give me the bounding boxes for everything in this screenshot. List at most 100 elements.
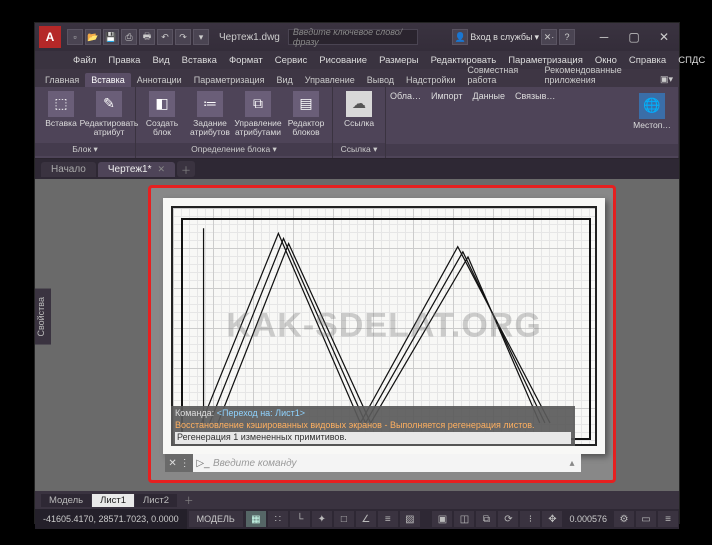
cmdline-recent-icon[interactable]: ▴ xyxy=(563,458,581,469)
btn-link[interactable]: Связыв… xyxy=(515,91,555,144)
status-model-toggle[interactable]: МОДЕЛЬ xyxy=(189,511,243,527)
doctab-start[interactable]: Начало xyxy=(41,162,96,177)
menu-spds[interactable]: СПДС xyxy=(672,55,711,66)
doctab-new[interactable]: ＋ xyxy=(177,161,195,177)
cmdline-handle-icon[interactable]: ✕ ⋮ xyxy=(165,454,193,472)
ribbon-tabs: Главная Вставка Аннотации Параметризация… xyxy=(35,69,679,87)
help-menu-icon[interactable]: ? xyxy=(559,29,575,45)
menu-file[interactable]: Файл xyxy=(67,55,102,66)
status-units-icon[interactable]: ⁝ xyxy=(520,511,540,527)
status-grid-icon[interactable]: ▦ xyxy=(246,511,266,527)
status-qp-icon[interactable]: ⧉ xyxy=(476,511,496,527)
rtab-annotate[interactable]: Аннотации xyxy=(131,73,188,87)
layout-tabs: Модель Лист1 Лист2 ＋ xyxy=(35,491,679,509)
rtab-featured[interactable]: Рекомендованные приложения xyxy=(539,63,654,87)
menu-tools[interactable]: Сервис xyxy=(269,55,314,66)
btn-define-attrs[interactable]: ≔Задание атрибутов xyxy=(188,89,232,143)
btn-import[interactable]: Импорт xyxy=(431,91,462,144)
exchange-icon[interactable]: ✕· xyxy=(541,29,557,45)
cmdline-input[interactable]: Введите команду xyxy=(213,458,563,469)
status-osnap-icon[interactable]: □ xyxy=(334,511,354,527)
qat-new-icon[interactable]: ▫ xyxy=(67,29,83,45)
insert-block-icon: ⬚ xyxy=(48,91,74,117)
rtab-home[interactable]: Главная xyxy=(39,73,85,87)
status-iso-icon[interactable]: ◫ xyxy=(454,511,474,527)
layout-sheet1[interactable]: Лист1 xyxy=(92,494,134,507)
status-scale[interactable]: 0.000576 xyxy=(563,514,613,524)
panel-blockdef-title[interactable]: Определение блока ▾ xyxy=(136,143,332,156)
rtab-collapse-icon[interactable]: ▣▾ xyxy=(654,72,679,87)
qat-redo-icon[interactable]: ↷ xyxy=(175,29,191,45)
layout-model[interactable]: Модель xyxy=(41,494,91,507)
block-editor-icon: ▤ xyxy=(293,91,319,117)
statusbar: -41605.4170, 28571.7023, 0.0000 МОДЕЛЬ ▦… xyxy=(35,509,679,529)
drawing-area[interactable]: Свойства KAK-SDELAT.ORG Команда: <Перехо… xyxy=(35,179,679,491)
btn-edit-attribute[interactable]: ✎Редактировать атрибут xyxy=(87,89,131,143)
qat-more-icon[interactable]: ▾ xyxy=(193,29,209,45)
qat-open-icon[interactable]: 📂 xyxy=(85,29,101,45)
status-ortho-icon[interactable]: └ xyxy=(290,511,310,527)
btn-data[interactable]: Данные xyxy=(472,91,505,144)
btn-block-editor[interactable]: ▤Редактор блоков xyxy=(284,89,328,143)
status-transparency-icon[interactable]: ▨ xyxy=(400,511,420,527)
create-block-icon: ◧ xyxy=(149,91,175,117)
qat-plot-icon[interactable]: 🖶 xyxy=(139,29,155,45)
login-label[interactable]: Вход в службы xyxy=(470,32,532,42)
status-annoscale-icon[interactable]: ▣ xyxy=(432,511,452,527)
doctab-drawing1[interactable]: Чертеж1*✕ xyxy=(98,162,175,177)
btn-manage-attrs[interactable]: ⧉Управление атрибутами xyxy=(236,89,280,143)
maximize-button[interactable]: ▢ xyxy=(619,26,649,48)
qat-save-icon[interactable]: 💾 xyxy=(103,29,119,45)
search-placeholder: Введите ключевое слово/фразу xyxy=(293,27,413,47)
rtab-view[interactable]: Вид xyxy=(270,73,298,87)
status-dyn-icon[interactable]: ✥ xyxy=(542,511,562,527)
status-cycle-icon[interactable]: ⟳ xyxy=(498,511,518,527)
qat-undo-icon[interactable]: ↶ xyxy=(157,29,173,45)
btn-create-block[interactable]: ◧Создать блок xyxy=(140,89,184,143)
panel-block-def: ◧Создать блок ≔Задание атрибутов ⧉Управл… xyxy=(136,87,333,158)
status-otrack-icon[interactable]: ∠ xyxy=(356,511,376,527)
status-lwt-icon[interactable]: ≡ xyxy=(378,511,398,527)
rtab-parametric[interactable]: Параметризация xyxy=(188,73,271,87)
panel-ref-title[interactable]: Ссылка ▾ xyxy=(333,143,385,156)
status-polar-icon[interactable]: ✦ xyxy=(312,511,332,527)
menu-edit[interactable]: Правка xyxy=(102,55,146,66)
search-input[interactable]: Введите ключевое слово/фразу xyxy=(288,29,418,45)
status-snap-icon[interactable]: ∷ xyxy=(268,511,288,527)
status-clean-icon[interactable]: ▭ xyxy=(636,511,656,527)
btn-cloud[interactable]: Обла… xyxy=(390,91,421,144)
coordinates-readout[interactable]: -41605.4170, 28571.7023, 0.0000 xyxy=(35,509,187,529)
panel-trail-title xyxy=(386,144,678,156)
qat-saveas-icon[interactable]: ⎙ xyxy=(121,29,137,45)
reference-icon: ☁ xyxy=(346,91,372,117)
layout-add[interactable]: ＋ xyxy=(178,492,200,508)
rtab-output[interactable]: Вывод xyxy=(361,73,400,87)
rtab-manage[interactable]: Управление xyxy=(299,73,361,87)
user-icon[interactable]: 👤 xyxy=(452,29,468,45)
command-line[interactable]: ✕ ⋮ ▷_ Введите команду ▴ xyxy=(165,454,581,472)
doctab-close-icon[interactable]: ✕ xyxy=(157,164,165,175)
properties-palette-tab[interactable]: Свойства xyxy=(35,289,51,345)
btn-insert-block[interactable]: ⬚Вставка xyxy=(39,89,83,143)
minimize-button[interactable]: ─ xyxy=(589,26,619,48)
menu-dimension[interactable]: Размеры xyxy=(373,55,424,66)
edit-attr-icon: ✎ xyxy=(96,91,122,117)
rtab-insert[interactable]: Вставка xyxy=(85,73,130,87)
status-custom-icon[interactable]: ≡ xyxy=(658,511,678,527)
command-history: Команда: <Переход на: Лист1> Восстановле… xyxy=(171,406,575,446)
panel-block-title[interactable]: Блок ▾ xyxy=(35,143,135,156)
app-window: A ▫ 📂 💾 ⎙ 🖶 ↶ ↷ ▾ Чертеж1.dwg Введите кл… xyxy=(34,22,680,524)
login-dropdown-icon[interactable]: ▾ xyxy=(534,32,539,43)
rtab-collab[interactable]: Совместная работа xyxy=(461,63,538,87)
menu-view[interactable]: Вид xyxy=(146,55,175,66)
close-button[interactable]: ✕ xyxy=(649,26,679,48)
btn-reference[interactable]: ☁Ссылка xyxy=(337,89,381,143)
app-logo[interactable]: A xyxy=(39,26,61,48)
rtab-addins[interactable]: Надстройки xyxy=(400,73,461,87)
layout-sheet2[interactable]: Лист2 xyxy=(135,494,177,507)
status-workspace-icon[interactable]: ⚙ xyxy=(614,511,634,527)
btn-location[interactable]: 🌐Местоп… xyxy=(630,91,674,144)
menu-draw[interactable]: Рисование xyxy=(313,55,373,66)
menu-insert[interactable]: Вставка xyxy=(176,55,223,66)
menu-format[interactable]: Формат xyxy=(223,55,269,66)
